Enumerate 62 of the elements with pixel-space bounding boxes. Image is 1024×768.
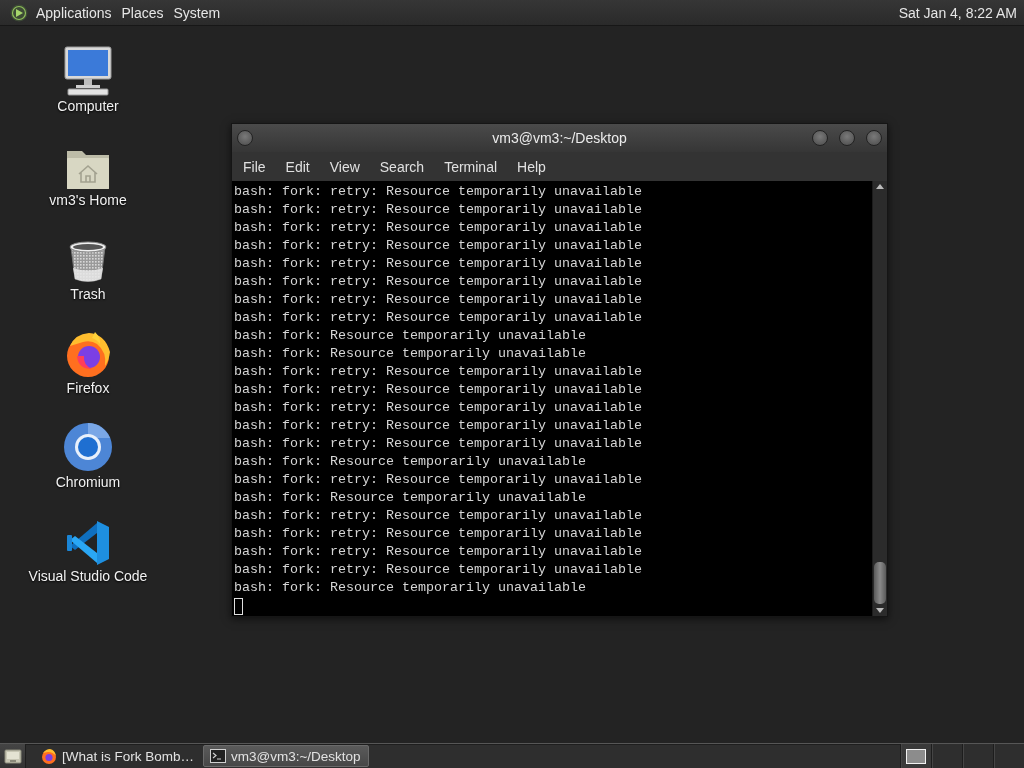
desktop-icon-label[interactable]: vm3's Home — [49, 192, 127, 208]
terminal-line: bash: fork: retry: Resource temporarily unavailable — [234, 273, 643, 291]
panel-menu[interactable]: Applications — [31, 2, 117, 23]
desktop-icon-label[interactable]: Visual Studio Code — [28, 568, 148, 584]
desktop-icon-label[interactable]: Computer — [57, 98, 119, 114]
terminal-line: bash: fork: retry: Resource temporarily unavailable — [234, 417, 643, 435]
clock[interactable]: Sat Jan 4, 8:22 AM — [898, 4, 1020, 21]
window-menu-button[interactable] — [237, 130, 253, 146]
terminal-line: bash: fork: retry: Resource temporarily unavailable — [234, 507, 643, 525]
terminal-line: bash: fork: retry: Resource temporarily unavailable — [234, 201, 643, 219]
close-button[interactable] — [866, 130, 882, 146]
terminal-line: bash: fork: retry: Resource temporarily unavailable — [234, 255, 643, 273]
menu-item[interactable]: File — [233, 154, 276, 179]
terminal-line: bash: fork: Resource temporarily unavailable — [234, 579, 587, 597]
menu-item[interactable]: Help — [507, 154, 556, 179]
home-folder-icon[interactable] — [66, 148, 110, 190]
terminal-line: bash: fork: retry: Resource temporarily unavailable — [234, 381, 643, 399]
terminal-line: bash: fork: retry: Resource temporarily unavailable — [234, 525, 643, 543]
terminal-line: bash: fork: Resource temporarily unavailable — [234, 345, 587, 363]
title-bar[interactable]: vm3@vm3:~/Desktop — [232, 124, 887, 152]
terminal-line: bash: fork: retry: Resource temporarily unavailable — [234, 219, 643, 237]
menu-item[interactable]: Search — [369, 154, 435, 179]
ring-icon[interactable] — [63, 422, 113, 472]
terminal-line: bash: fork: retry: Resource temporarily unavailable — [234, 435, 643, 453]
window-title: vm3@vm3:~/Desktop — [492, 130, 627, 146]
trash-can-icon[interactable] — [68, 240, 108, 284]
round-logo-icon — [10, 3, 28, 22]
terminal-icon — [210, 749, 226, 763]
minimize-button[interactable] — [812, 130, 828, 146]
desktop-icon — [3, 748, 22, 764]
panel-menu[interactable]: Places — [116, 2, 169, 23]
taskbar-button[interactable]: [What is Fork Bomb… — [34, 745, 200, 767]
terminal-line: bash: fork: Resource temporarily unavailable — [234, 327, 587, 345]
menu-item[interactable]: Edit — [275, 154, 320, 179]
maximize-button[interactable] — [839, 130, 855, 146]
desktop-icon-label[interactable]: Firefox — [66, 380, 110, 396]
menu-item[interactable]: View — [319, 154, 370, 179]
terminal-line: bash: fork: retry: Resource temporarily unavailable — [234, 291, 643, 309]
terminal-line: bash: fork: retry: Resource temporarily unavailable — [234, 561, 643, 579]
desktop-icon-label[interactable]: Chromium — [55, 474, 121, 490]
terminal-line: bash: fork: retry: Resource temporarily unavailable — [234, 309, 643, 327]
angled-ribbon-icon[interactable] — [66, 520, 110, 566]
flame-globe-icon — [41, 748, 57, 764]
terminal-line: bash: fork: retry: Resource temporarily unavailable — [234, 183, 643, 201]
menu-item[interactable]: Terminal — [434, 154, 508, 179]
show-desktop-button[interactable] — [0, 744, 26, 768]
terminal-line: bash: fork: retry: Resource temporarily unavailable — [234, 399, 643, 417]
terminal-line: bash: fork: retry: Resource temporarily unavailable — [234, 363, 643, 381]
text-cursor — [234, 598, 243, 615]
scrollbar[interactable] — [872, 181, 887, 616]
terminal-line: bash: fork: Resource temporarily unavailable — [234, 489, 587, 507]
terminal-line: bash: fork: Resource temporarily unavailable — [234, 453, 587, 471]
desktop-icon-label[interactable]: Trash — [70, 286, 106, 302]
flame-globe-icon[interactable] — [65, 330, 111, 378]
terminal-line: bash: fork: retry: Resource temporarily unavailable — [234, 543, 643, 561]
taskbar-button[interactable]: vm3@vm3:~/Desktop — [203, 745, 369, 767]
monitor-icon[interactable] — [64, 46, 112, 96]
panel-menu[interactable]: System — [168, 2, 226, 23]
terminal-line: bash: fork: retry: Resource temporarily unavailable — [234, 237, 643, 255]
workspace-button[interactable] — [900, 744, 931, 768]
scrollbar-thumb[interactable] — [874, 562, 886, 604]
terminal-line: bash: fork: retry: Resource temporarily unavailable — [234, 471, 643, 489]
